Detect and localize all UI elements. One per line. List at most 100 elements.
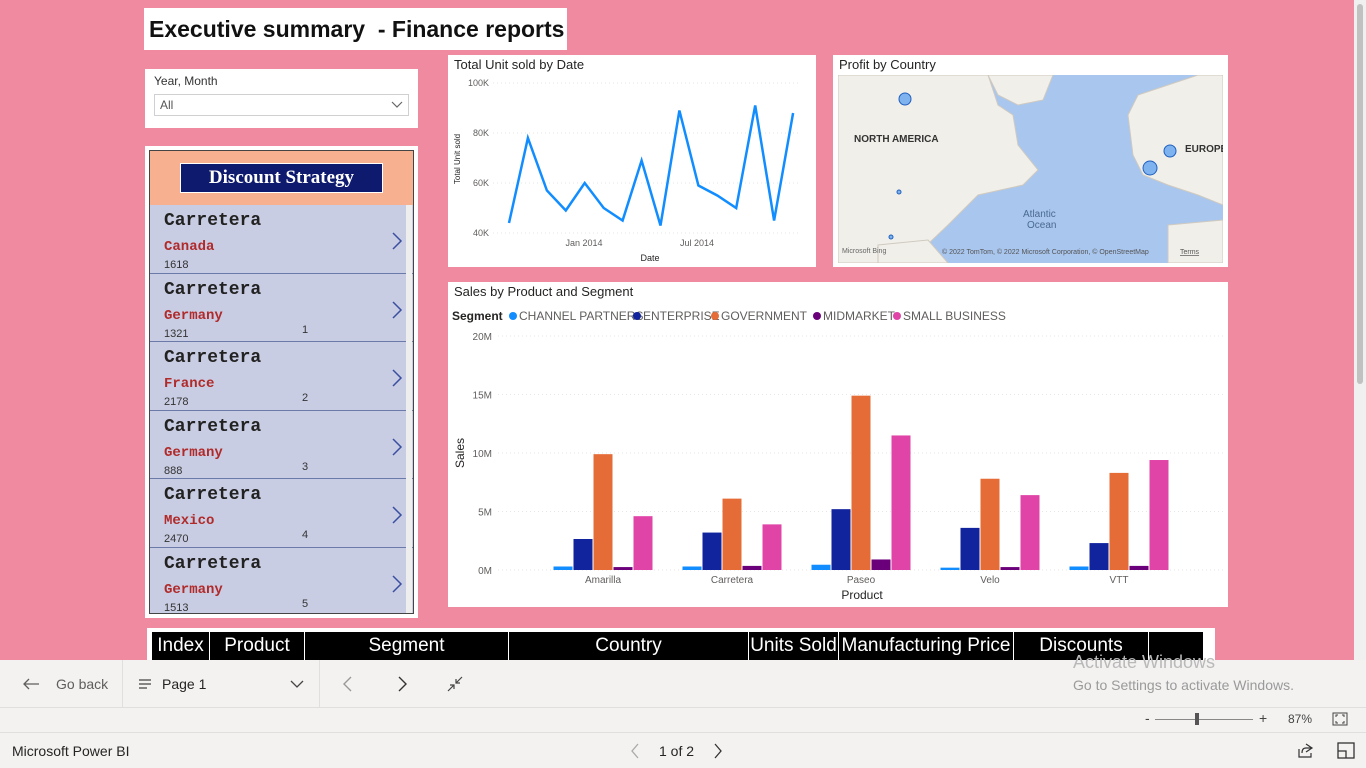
next-page-button[interactable] (396, 660, 408, 708)
profit-map[interactable]: NORTH AMERICA EUROPE Atlantic Ocean Micr… (838, 75, 1223, 263)
zoom-slider-track[interactable] (1155, 719, 1253, 720)
table-column-header[interactable]: Index (152, 632, 210, 660)
bar-mark[interactable] (1109, 472, 1129, 570)
discount-scrollbar[interactable] (406, 205, 412, 613)
zoom-in-button[interactable]: + (1259, 710, 1267, 726)
discount-product: Carretera (164, 485, 262, 505)
bar-mark[interactable] (553, 566, 573, 570)
table-column-header[interactable]: Product (210, 632, 305, 660)
chevron-left-icon[interactable] (630, 743, 640, 759)
map-land-greenland (987, 75, 1054, 106)
bar-mark[interactable] (891, 435, 911, 570)
bar-mark[interactable] (593, 454, 613, 570)
activate-windows-title: Activate Windows (1073, 652, 1216, 672)
bar-mark[interactable] (742, 565, 762, 570)
previous-page-button[interactable] (342, 660, 354, 708)
table-column-header[interactable]: Country (509, 632, 749, 660)
discount-item[interactable]: Carretera Mexico 2470 4 (150, 479, 413, 548)
bar-mark[interactable] (940, 567, 960, 570)
chevron-right-icon[interactable] (391, 437, 403, 457)
bar-mark[interactable] (702, 532, 722, 570)
bar-mark[interactable] (960, 527, 980, 570)
slicer-dropdown[interactable]: All (154, 94, 409, 116)
discount-country: Canada (164, 239, 215, 255)
chevron-right-icon[interactable] (713, 743, 723, 759)
fullscreen-icon[interactable] (1337, 742, 1355, 759)
fit-to-page-icon[interactable] (1332, 712, 1348, 726)
bar-mark[interactable] (1020, 495, 1040, 570)
line-chart[interactable]: 40K 60K 80K 100K Jan 2014 Jul 2014 Date Total U… (448, 55, 816, 267)
zoom-out-button[interactable]: - (1145, 710, 1150, 726)
bar-mark[interactable] (613, 567, 633, 570)
bar-legend-item[interactable]: SMALL BUSINESS (903, 309, 1006, 323)
bar-mark[interactable] (762, 524, 782, 570)
bar-mark[interactable] (1069, 566, 1089, 570)
bar-mark[interactable] (682, 566, 702, 570)
bar-x-tick: Amarilla (585, 575, 622, 586)
bar-mark[interactable] (1000, 567, 1020, 570)
map-title: Profit by Country (839, 57, 936, 72)
bar-mark[interactable] (980, 478, 1000, 570)
go-back-button[interactable]: Go back (22, 660, 108, 708)
go-back-label: Go back (56, 676, 109, 692)
chevron-right-icon[interactable] (391, 574, 403, 594)
bar-x-tick: Paseo (847, 575, 876, 586)
page-counter: 1 of 2 (659, 743, 695, 759)
data-table: Index Product Segment Country Units Sold Manu… (147, 628, 1215, 660)
bar-legend-item[interactable]: GOVERNMENT (721, 309, 808, 323)
chevron-right-icon (398, 676, 407, 692)
discount-header: Discount Strategy (150, 151, 413, 205)
bar-chart[interactable]: Segment CHANNEL PARTNERS ENTERPRISE GOVERNM… (448, 282, 1228, 607)
discount-product: Carretera (164, 553, 262, 574)
map-svg: NORTH AMERICA EUROPE Atlantic Ocean Micr… (838, 75, 1223, 263)
page-list-icon (139, 679, 151, 689)
chevron-right-icon[interactable] (391, 300, 403, 320)
bar-mark[interactable] (573, 538, 593, 570)
discount-item[interactable]: Carretera France 2178 2 (150, 342, 413, 411)
line-y-axis-label: Total Unit sold (453, 134, 462, 184)
map-attribution: © 2022 TomTom, © 2022 Microsoft Corporat… (942, 248, 1149, 256)
bar-legend-item[interactable]: CHANNEL PARTNERS (519, 309, 643, 323)
zoom-slider-thumb[interactable] (1195, 713, 1199, 725)
line-y-tick: 100K (468, 78, 489, 88)
bar-legend-item[interactable]: ENTERPRISE (643, 309, 720, 323)
canvas-scroll-thumb[interactable] (1357, 4, 1363, 384)
discount-list[interactable]: Discount Strategy Carretera Canada 1618 Car… (149, 150, 414, 614)
share-icon[interactable] (1297, 742, 1315, 759)
bar-mark[interactable] (1129, 565, 1149, 570)
discount-item[interactable]: Carretera Germany 1321 1 (150, 274, 413, 342)
discount-item[interactable]: Carretera Germany 1513 5 (150, 548, 413, 613)
map-label-atlantic: Atlantic (1023, 209, 1056, 220)
slicer-label: Year, Month (154, 74, 218, 88)
discount-item[interactable]: Carretera Germany 888 3 (150, 411, 413, 479)
bar-mark[interactable] (633, 516, 653, 570)
table-column-header[interactable]: Segment (305, 632, 509, 660)
table-column-header[interactable]: Manufacturing Price (839, 632, 1014, 660)
bar-mark[interactable] (1149, 460, 1169, 570)
bar-mark[interactable] (722, 498, 742, 570)
map-land-africa (1167, 219, 1223, 263)
bar-mark[interactable] (1089, 543, 1109, 570)
year-month-slicer[interactable]: Year, Month All (145, 69, 418, 128)
bar-legend-marker (893, 312, 901, 320)
bar-mark[interactable] (811, 564, 831, 570)
table-column-header[interactable]: Units Sold (749, 632, 839, 660)
bar-mark[interactable] (851, 395, 871, 570)
bar-mark[interactable] (831, 509, 851, 570)
discount-index: 1 (302, 323, 309, 336)
chevron-right-icon[interactable] (391, 368, 403, 388)
page-selector[interactable]: Page 1 (138, 660, 308, 708)
report-title-card: Executive summary - Finance reports (144, 8, 567, 50)
discount-index: 3 (302, 460, 309, 473)
chevron-right-icon[interactable] (391, 505, 403, 525)
bar-legend-marker (509, 312, 517, 320)
discount-item[interactable]: Carretera Canada 1618 (150, 205, 413, 274)
chevron-right-icon[interactable] (391, 231, 403, 251)
chevron-down-icon (290, 680, 304, 688)
bar-mark[interactable] (871, 559, 891, 570)
exit-fullscreen-button[interactable] (447, 660, 463, 708)
bar-legend-item[interactable]: MIDMARKET (823, 309, 896, 323)
line-series[interactable] (507, 105, 795, 226)
map-label-ocean: Ocean (1027, 220, 1056, 231)
canvas-scrollbar[interactable] (1354, 0, 1366, 660)
